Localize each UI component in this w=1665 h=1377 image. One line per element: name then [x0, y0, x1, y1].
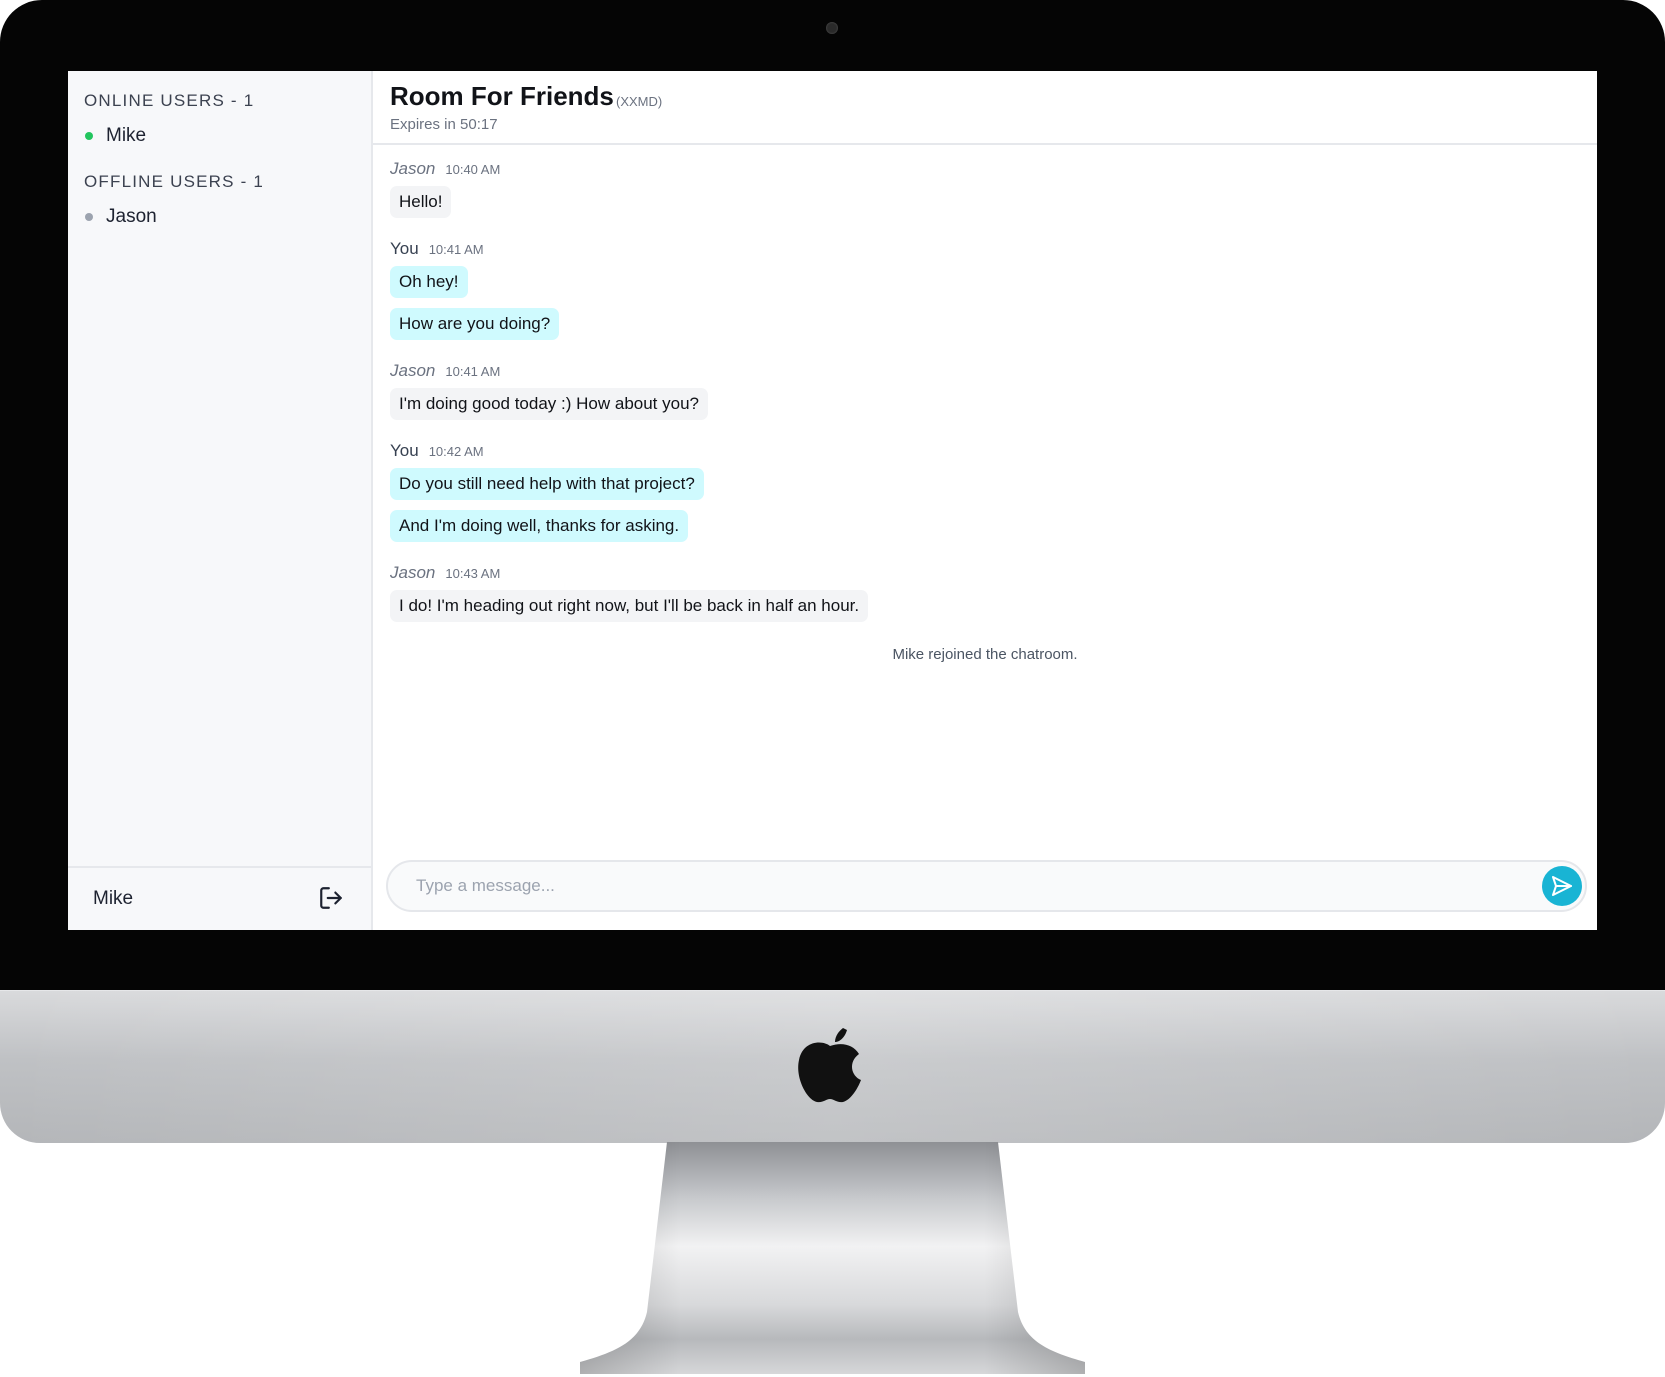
message-header: Jason 10:40 AM [390, 159, 500, 179]
message-time: 10:41 AM [428, 242, 484, 257]
room-title: Room For Friends [390, 81, 614, 111]
offline-users-heading: OFFLINE USERS - 1 [84, 172, 265, 191]
sidebar: ONLINE USERS - 1 Mike OFFLINE USERS - 1 … [68, 71, 373, 930]
sidebar-footer: Mike [68, 866, 371, 930]
message-bubble: And I'm doing well, thanks for asking. [390, 510, 689, 542]
monitor-stand [580, 1142, 1085, 1374]
current-user-name: Mike [93, 888, 134, 909]
message-composer [386, 860, 1587, 912]
room-code: (XXMD) [616, 94, 663, 109]
camera-icon [826, 22, 838, 34]
message-time: 10:41 AM [445, 364, 501, 379]
message-author: Jason [390, 361, 436, 380]
offline-user-item[interactable]: Jason [84, 206, 157, 228]
message-input[interactable] [414, 872, 1498, 900]
apple-logo-icon [798, 1028, 861, 1103]
chat-panel: Room For Friends (XXMD) Expires in 50:17… [373, 71, 1597, 930]
message-header: Jason 10:41 AM [390, 361, 500, 381]
app-window: ONLINE USERS - 1 Mike OFFLINE USERS - 1 … [68, 71, 1597, 930]
chat-header: Room For Friends (XXMD) Expires in 50:17 [373, 71, 1597, 145]
send-button[interactable] [1542, 866, 1582, 906]
message-bubble: I'm doing good today :) How about you? [390, 388, 708, 420]
message-time: 10:42 AM [428, 444, 484, 459]
online-users-heading: ONLINE USERS - 1 [84, 91, 255, 110]
message-author: You [390, 239, 419, 258]
message-time: 10:40 AM [445, 162, 501, 177]
online-user-item[interactable]: Mike [84, 125, 146, 147]
online-status-dot [85, 132, 93, 140]
message-bubble: Hello! [390, 186, 452, 218]
room-expiry: Expires in 50:17 [390, 116, 498, 133]
message-author: You [390, 441, 419, 460]
send-icon [1552, 876, 1572, 896]
message-bubble: I do! I'm heading out right now, but I'l… [390, 590, 869, 622]
message-header: You 10:41 AM [390, 239, 484, 259]
logout-icon[interactable] [318, 885, 344, 911]
message-bubble: Do you still need help with that project… [390, 468, 704, 500]
offline-status-dot [85, 213, 93, 221]
message-header: You 10:42 AM [390, 441, 484, 461]
message-header: Jason 10:43 AM [390, 563, 500, 583]
message-author: Jason [390, 563, 436, 582]
message-bubble: Oh hey! [390, 266, 468, 298]
message-time: 10:43 AM [445, 566, 501, 581]
message-author: Jason [390, 159, 436, 178]
message-bubble: How are you doing? [390, 308, 560, 340]
system-notice: Mike rejoined the chatroom. [892, 646, 1078, 663]
offline-user-name: Jason [106, 206, 157, 227]
online-user-name: Mike [106, 125, 147, 146]
